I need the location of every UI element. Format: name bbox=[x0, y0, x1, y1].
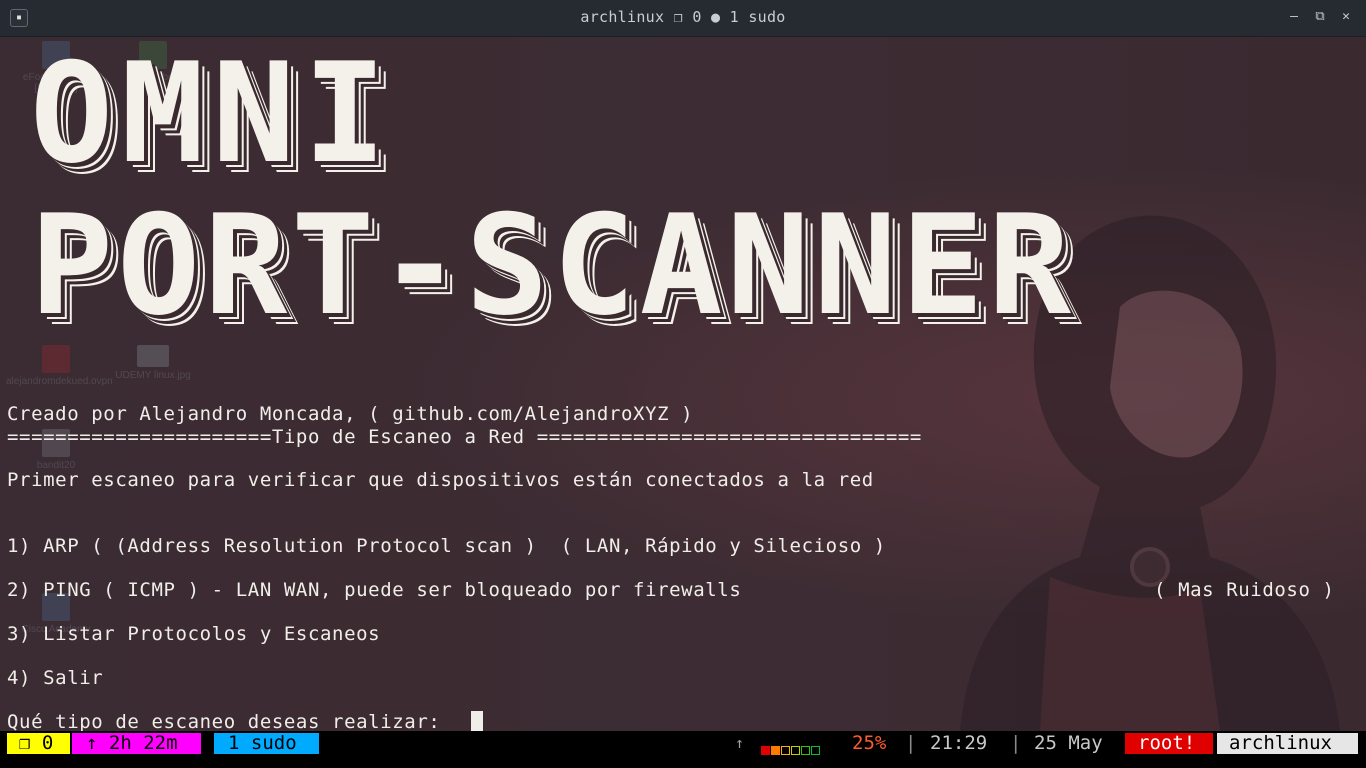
clock-date: 25 May bbox=[1034, 732, 1103, 754]
battery-block bbox=[801, 746, 810, 755]
banner-line-port-scanner: PORT-SCANNER bbox=[30, 185, 1075, 346]
window-titlebar: ▪ archlinux ❐ 0 ● 1 sudo – ⧉ ✕ bbox=[0, 0, 1366, 37]
close-button[interactable]: ✕ bbox=[1337, 8, 1355, 26]
window-index[interactable]: ❐ 0 bbox=[7, 733, 70, 754]
menu-option-exit: 4) Salir bbox=[7, 667, 104, 689]
session-tab[interactable]: 1 sudo bbox=[214, 733, 319, 754]
maximize-button[interactable]: ⧉ bbox=[1311, 8, 1329, 26]
uptime-indicator: ↑ 2h 22m bbox=[72, 733, 201, 754]
window-title: archlinux ❐ 0 ● 1 sudo bbox=[580, 8, 786, 26]
author-line: Creado por Alejandro Moncada, ( github.c… bbox=[7, 403, 694, 425]
scan-prompt[interactable]: Qué tipo de escaneo deseas realizar: bbox=[7, 711, 483, 731]
hostname-badge: archlinux bbox=[1217, 733, 1358, 754]
prompt-text: Qué tipo de escaneo deseas realizar: bbox=[7, 711, 453, 731]
battery-block bbox=[781, 746, 790, 755]
text-cursor bbox=[470, 711, 483, 731]
battery-percent: 25% bbox=[852, 732, 887, 754]
tmux-statusbar: ❐ 0 ↑ 2h 22m 1 sudo ↑ 25% | 21:29 | 25 M… bbox=[0, 731, 1366, 768]
desktop-icon: UDEMY linux.jpg bbox=[103, 345, 203, 381]
banner-line-omni: OMNI bbox=[30, 37, 395, 194]
menu-option-ping: 2) PING ( ICMP ) - LAN WAN, puede ser bl… bbox=[7, 579, 742, 601]
separator: | bbox=[1010, 732, 1022, 754]
menu-option-arp: 1) ARP ( (Address Resolution Protocol sc… bbox=[7, 535, 886, 557]
intro-text: Primer escaneo para verificar que dispos… bbox=[7, 469, 874, 491]
minimize-button[interactable]: – bbox=[1285, 8, 1303, 26]
battery-bar bbox=[761, 738, 821, 755]
ascii-banner: OMNI PORT-SCANNER bbox=[30, 37, 1075, 346]
desktop-icon: alejandromdekued.ovpn bbox=[6, 345, 113, 387]
arrow-up-icon: ↑ bbox=[735, 734, 745, 752]
menu-option-ping-note: ( Mas Ruidoso ) bbox=[1154, 579, 1335, 601]
battery-block bbox=[761, 746, 770, 755]
battery-block bbox=[811, 746, 820, 755]
terminal-view[interactable]: eFootball 2022 [Summer] hackthebox aleja… bbox=[0, 37, 1366, 731]
clock-time: 21:29 bbox=[930, 732, 988, 754]
section-header: ======================Tipo de Escaneo a … bbox=[7, 426, 922, 448]
battery-block bbox=[771, 746, 780, 755]
battery-block bbox=[791, 746, 800, 755]
separator: | bbox=[905, 732, 917, 754]
menu-option-list: 3) Listar Protocolos y Escaneos bbox=[7, 623, 381, 645]
user-badge: root! bbox=[1125, 733, 1213, 754]
